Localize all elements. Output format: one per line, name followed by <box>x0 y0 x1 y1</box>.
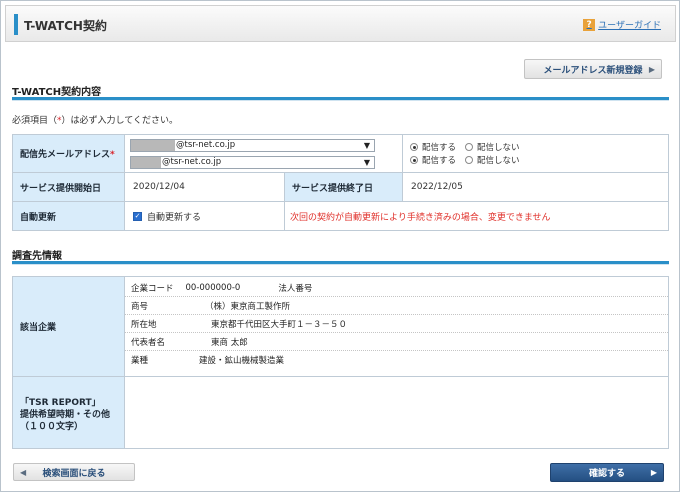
end-date-label: サービス提供終了日 <box>284 172 403 202</box>
company-code-row: 企業コード 00-000000-0 法人番号 <box>125 279 668 297</box>
company-address-row: 所在地 東京都千代田区大手町１－３－５０ <box>125 315 668 333</box>
radio-deliver-off-1[interactable] <box>465 143 474 151</box>
radio-deliver-on-1[interactable] <box>410 143 418 151</box>
tsr-report-textarea[interactable] <box>124 376 669 449</box>
email-required-mark: * <box>110 150 115 160</box>
chevron-left-icon: ◀ <box>20 468 27 477</box>
dropdown-arrow-icon: ▼ <box>363 157 370 167</box>
user-guide-link[interactable]: ? ユーザーガイド <box>583 18 661 31</box>
register-email-label: メールアドレス新規登録 <box>543 65 643 76</box>
page-frame: T-WATCH契約 ? ユーザーガイド メールアドレス新規登録 ▶ T-WATC… <box>0 0 680 492</box>
survey-section-title: 調査先情報 <box>12 251 62 262</box>
company-label: 該当企業 <box>12 276 125 377</box>
help-icon: ? <box>583 18 596 31</box>
email-select-2[interactable]: @tsr-net.co.jp ▼ <box>130 155 375 169</box>
auto-renew-checkbox[interactable]: ✓ 自動更新する <box>133 210 201 223</box>
company-industry-row: 業種 建設・鉱山機械製造業 <box>131 356 285 366</box>
masked-email-user <box>131 156 161 168</box>
contract-table: 配信先メールアドレス* @tsr-net.co.jp ▼ @tsr-net.co… <box>12 134 669 231</box>
header-accent-bar <box>14 14 18 35</box>
start-date-value: 2020/12/04 <box>124 172 285 202</box>
radio-deliver-off-2[interactable] <box>465 156 474 164</box>
corp-number-label: 法人番号 <box>278 283 313 294</box>
required-note: 必須項目（*）は必ず入力してください。 <box>12 116 178 126</box>
radio-deliver-on-2[interactable] <box>410 156 418 164</box>
survey-section-divider <box>12 261 669 265</box>
contract-section-divider <box>12 97 669 101</box>
page-title: T-WATCH契約 <box>24 19 107 33</box>
email-select-1[interactable]: @tsr-net.co.jp ▼ <box>130 138 375 152</box>
contract-section-title: T-WATCH契約内容 <box>12 87 102 98</box>
auto-renew-cell: ✓ 自動更新する <box>124 201 285 231</box>
company-rep-row: 代表者名 東商 太郎 <box>125 333 668 351</box>
dropdown-arrow-icon: ▼ <box>363 140 370 150</box>
back-to-search-button[interactable]: ◀ 検索画面に戻る <box>13 463 135 481</box>
company-name-row: 商号 （株）東京商工製作所 <box>125 297 668 315</box>
chevron-right-icon: ▶ <box>648 65 655 74</box>
company-table: 該当企業 企業コード 00-000000-0 法人番号 商号 （株）東京商工製作… <box>12 276 669 449</box>
company-code-value: 00-000000-0 <box>185 282 241 293</box>
delivery-radio-cell: 配信する 配信しない 配信する 配信しない <box>402 134 669 173</box>
tsr-report-label: 「TSR REPORT」 提供希望時期・その他 （１００文字） <box>12 376 125 449</box>
auto-renew-warning: 次回の契約が自動更新により手続き済みの場合、変更できません <box>284 201 669 231</box>
start-date-label: サービス提供開始日 <box>12 172 125 202</box>
masked-email-user <box>131 139 175 151</box>
register-email-button[interactable]: メールアドレス新規登録 ▶ <box>524 59 662 79</box>
user-guide-label: ユーザーガイド <box>598 21 661 31</box>
confirm-button[interactable]: 確認する ▶ <box>550 463 664 482</box>
page-header: T-WATCH契約 ? ユーザーガイド <box>5 5 676 42</box>
auto-renew-label: 自動更新 <box>12 201 125 231</box>
delivery-radio-group-1: 配信する 配信しない <box>410 141 668 154</box>
delivery-radio-group-2: 配信する 配信しない <box>410 154 668 167</box>
email-select-cell: @tsr-net.co.jp ▼ @tsr-net.co.jp ▼ <box>124 134 403 173</box>
end-date-value: 2022/12/05 <box>402 172 669 202</box>
checkmark-icon: ✓ <box>133 211 142 221</box>
email-label-cell: 配信先メールアドレス* <box>12 134 125 173</box>
company-info-cell: 企業コード 00-000000-0 法人番号 商号 （株）東京商工製作所 所在地… <box>124 276 669 377</box>
chevron-right-icon: ▶ <box>650 468 657 477</box>
